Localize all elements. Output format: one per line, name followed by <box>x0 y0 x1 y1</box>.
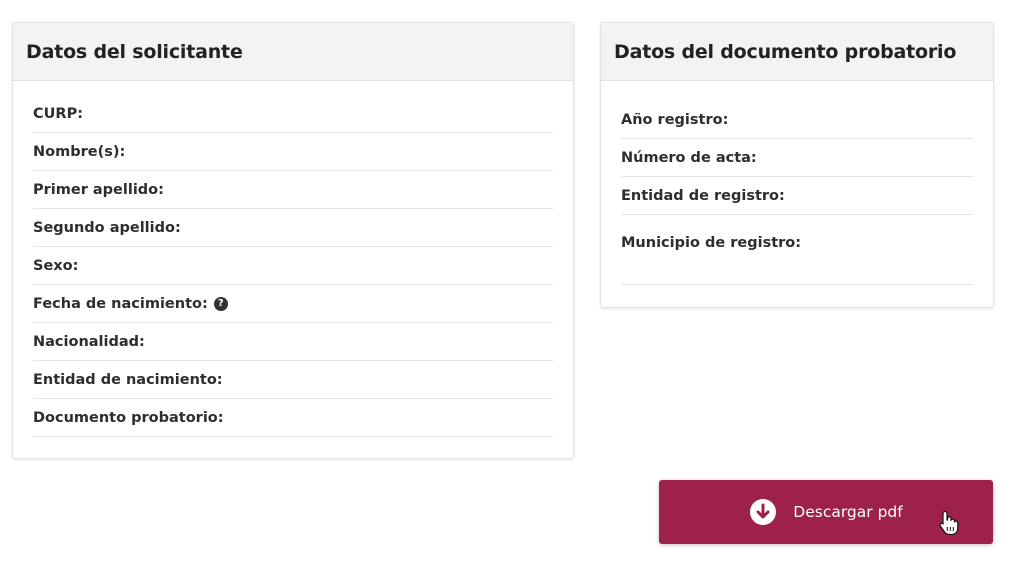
field-label: Documento probatorio: <box>33 409 224 426</box>
download-pdf-label: Descargar pdf <box>793 503 903 521</box>
field-entidad-registro: Entidad de registro: <box>621 177 973 215</box>
field-label: Fecha de nacimiento: <box>33 295 208 312</box>
field-label: Nacionalidad: <box>33 333 145 350</box>
field-label: Número de acta: <box>621 149 757 166</box>
field-label: Entidad de registro: <box>621 187 785 204</box>
field-anio-registro: Año registro: <box>621 101 973 139</box>
field-segundo-apellido: Segundo apellido: <box>33 209 553 247</box>
field-label: Segundo apellido: <box>33 219 181 236</box>
field-nacionalidad: Nacionalidad: <box>33 323 553 361</box>
field-numero-acta: Número de acta: <box>621 139 973 177</box>
hand-pointer-icon <box>939 510 959 536</box>
field-label: CURP: <box>33 105 84 122</box>
document-panel: Datos del documento probatorio Año regis… <box>600 22 994 308</box>
field-label: Sexo: <box>33 257 79 274</box>
question-circle-icon[interactable]: ? <box>213 296 228 311</box>
document-field-list: Año registro: Número de acta: Entidad de… <box>621 101 973 285</box>
applicant-panel-title: Datos del solicitante <box>26 40 243 63</box>
field-sexo: Sexo: <box>33 247 553 285</box>
download-circle-icon <box>749 498 777 526</box>
field-nombres: Nombre(s): <box>33 133 553 171</box>
field-entidad-nacimiento: Entidad de nacimiento: <box>33 361 553 399</box>
field-label: Municipio de registro: <box>621 235 802 251</box>
field-municipio-registro: Municipio de registro: <box>621 215 973 285</box>
applicant-panel: Datos del solicitante CURP: Nombre(s): P… <box>12 22 574 459</box>
applicant-panel-header: Datos del solicitante <box>13 23 573 81</box>
applicant-field-list: CURP: Nombre(s): Primer apellido: Segund… <box>33 95 553 437</box>
field-fecha-nacimiento: Fecha de nacimiento: ? <box>33 285 553 323</box>
field-documento-probatorio: Documento probatorio: <box>33 399 553 437</box>
document-panel-header: Datos del documento probatorio <box>601 23 993 81</box>
field-label: Entidad de nacimiento: <box>33 371 223 388</box>
field-label: Primer apellido: <box>33 181 164 198</box>
field-primer-apellido: Primer apellido: <box>33 171 553 209</box>
field-label: Nombre(s): <box>33 143 126 160</box>
field-label: Año registro: <box>621 111 729 128</box>
field-curp: CURP: <box>33 95 553 133</box>
document-panel-title: Datos del documento probatorio <box>614 40 957 63</box>
